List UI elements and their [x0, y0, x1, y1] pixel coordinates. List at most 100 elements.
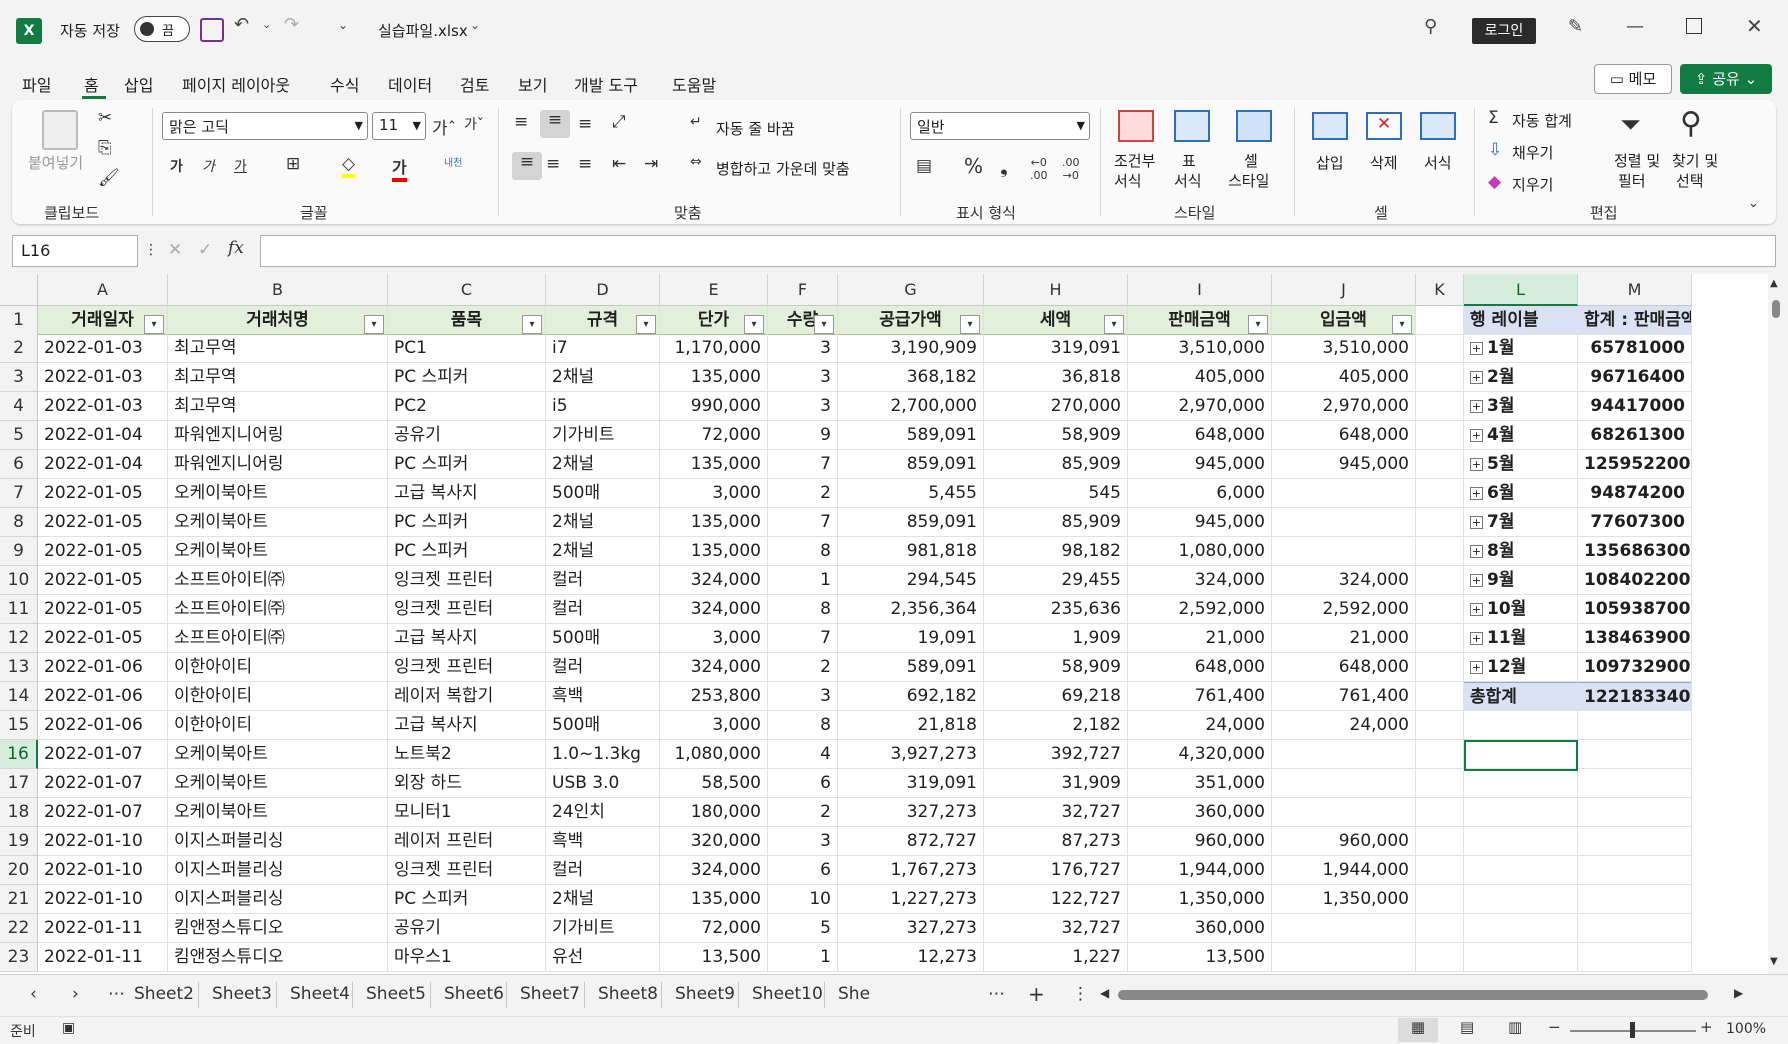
delete-label[interactable]: 삭제	[1370, 152, 1398, 173]
table-cell[interactable]: 270,000	[984, 392, 1128, 421]
table-cell[interactable]: 21,000	[1272, 624, 1416, 653]
table-cell[interactable]: 소프트아이티㈜	[168, 624, 388, 653]
table-cell[interactable]	[1416, 450, 1464, 479]
phonetic-icon[interactable]: 내천	[444, 154, 462, 169]
pivot-value[interactable]: 135686300	[1578, 537, 1692, 566]
table-cell[interactable]	[1416, 479, 1464, 508]
italic-icon[interactable]: 가	[202, 156, 215, 176]
find-label-2[interactable]: 선택	[1676, 170, 1704, 191]
table-cell[interactable]: 기가비트	[546, 421, 660, 450]
table-cell[interactable]: 319,091	[984, 334, 1128, 363]
fill-button[interactable]: 채우기	[1512, 142, 1553, 163]
select-all-corner[interactable]	[0, 274, 38, 306]
table-cell[interactable]: 소프트아이티㈜	[168, 566, 388, 595]
table-cell[interactable]: 킴앤정스튜디오	[168, 943, 388, 972]
table-cell[interactable]: 3	[768, 682, 838, 711]
border-icon[interactable]: ⊞	[286, 154, 300, 174]
format-label[interactable]: 서식	[1424, 152, 1452, 173]
tab-insert[interactable]: 삽입	[124, 72, 153, 96]
row-header[interactable]: 1	[0, 306, 38, 335]
table-cell[interactable]	[1416, 827, 1464, 856]
table-cell[interactable]: 2채널	[546, 508, 660, 537]
table-cell[interactable]: 3,190,909	[838, 334, 984, 363]
table-cell[interactable]: 69,218	[984, 682, 1128, 711]
conditional-format-icon[interactable]	[1118, 110, 1154, 142]
font-color-icon[interactable]: 가	[392, 154, 407, 182]
table-cell[interactable]	[1464, 798, 1578, 827]
table-header-cell[interactable]: 수량 ▾	[768, 306, 838, 335]
table-cell[interactable]: 2022-01-07	[38, 798, 168, 827]
table-cell[interactable]: 19,091	[838, 624, 984, 653]
table-cell[interactable]: 2022-01-05	[38, 508, 168, 537]
table-cell[interactable]	[1416, 306, 1464, 335]
table-cell[interactable]: 85,909	[984, 508, 1128, 537]
table-cell[interactable]	[1416, 653, 1464, 682]
row-header[interactable]: 22	[0, 914, 38, 943]
table-cell[interactable]: 3	[768, 827, 838, 856]
merge-center-button[interactable]: 병합하고 가운데 맞춤	[716, 158, 850, 179]
table-cell[interactable]: 2022-01-03	[38, 363, 168, 392]
table-cell[interactable]: 잉크젯 프린터	[388, 653, 546, 682]
table-cell[interactable]: PC1	[388, 334, 546, 363]
table-cell[interactable]: 9	[768, 421, 838, 450]
row-header[interactable]: 7	[0, 479, 38, 508]
tab-review[interactable]: 검토	[460, 72, 489, 96]
column-header-l[interactable]: L	[1464, 274, 1578, 306]
table-cell[interactable]	[1416, 914, 1464, 943]
expand-icon[interactable]: +	[1470, 457, 1483, 471]
pivot-value[interactable]: 96716400	[1578, 363, 1692, 392]
sheet-tab[interactable]: Sheet4	[290, 984, 350, 1004]
table-cell[interactable]: 2	[768, 798, 838, 827]
font-size-select[interactable]: 11 ▼	[372, 112, 426, 140]
expand-icon[interactable]: +	[1470, 428, 1483, 442]
table-cell[interactable]: 24인치	[546, 798, 660, 827]
sheet-tab[interactable]: Sheet6	[444, 984, 504, 1004]
autosum-icon[interactable]: Σ	[1488, 108, 1499, 128]
table-header-cell[interactable]: 판매금액 ▾	[1128, 306, 1272, 335]
table-cell[interactable]: 2,700,000	[838, 392, 984, 421]
table-cell[interactable]: 7	[768, 508, 838, 537]
table-cell[interactable]: 8	[768, 537, 838, 566]
wrap-text-button[interactable]: 자동 줄 바꿈	[716, 118, 795, 139]
table-cell[interactable]: 648,000	[1128, 421, 1272, 450]
row-header[interactable]: 5	[0, 421, 38, 450]
table-cell[interactable]: 859,091	[838, 508, 984, 537]
table-cell[interactable]: 319,091	[838, 769, 984, 798]
table-cell[interactable]: 컬러	[546, 856, 660, 885]
paste-label[interactable]: 붙여넣기	[28, 152, 83, 173]
table-cell[interactable]: 320,000	[660, 827, 768, 856]
cond-format-label-1[interactable]: 조건부	[1114, 150, 1155, 171]
table-cell[interactable]: 648,000	[1272, 653, 1416, 682]
table-cell[interactable]: 6	[768, 769, 838, 798]
table-cell[interactable]: 500매	[546, 711, 660, 740]
row-header[interactable]: 8	[0, 508, 38, 537]
table-cell[interactable]: 이한아이티	[168, 653, 388, 682]
copy-icon[interactable]: ⎘	[98, 138, 112, 158]
row-header[interactable]: 3	[0, 363, 38, 392]
table-cell[interactable]: 945,000	[1128, 508, 1272, 537]
table-cell[interactable]	[1416, 769, 1464, 798]
cancel-icon[interactable]: ✕	[168, 240, 182, 260]
table-cell[interactable]: 기가비트	[546, 914, 660, 943]
zoom-slider-thumb[interactable]	[1630, 1022, 1635, 1038]
table-cell[interactable]: 21,818	[838, 711, 984, 740]
tab-overflow-icon[interactable]: ⋯	[988, 984, 1005, 1004]
column-header-b[interactable]: B	[168, 274, 388, 306]
table-cell[interactable]: 고급 복사지	[388, 479, 546, 508]
table-cell[interactable]: 2022-01-07	[38, 769, 168, 798]
enter-icon[interactable]: ✓	[198, 240, 212, 260]
font-name-select[interactable]: 맑은 고딕 ▼	[162, 112, 368, 140]
table-cell[interactable]: 오케이북아트	[168, 537, 388, 566]
table-cell[interactable]: 2,592,000	[1128, 595, 1272, 624]
table-header-cell[interactable]: 단가 ▾	[660, 306, 768, 335]
fill-icon[interactable]: ⇩	[1488, 140, 1502, 160]
table-cell[interactable]	[1272, 943, 1416, 972]
undo-dropdown-icon[interactable]: ⌄	[262, 18, 271, 31]
expand-icon[interactable]: +	[1470, 602, 1483, 616]
table-cell[interactable]: 1	[768, 943, 838, 972]
table-cell[interactable]: 648,000	[1272, 421, 1416, 450]
name-box[interactable]: L16	[12, 235, 138, 267]
tab-help[interactable]: 도움말	[672, 72, 716, 96]
horizontal-scroll-thumb[interactable]	[1118, 990, 1708, 1000]
table-cell[interactable]: 1,080,000	[1128, 537, 1272, 566]
